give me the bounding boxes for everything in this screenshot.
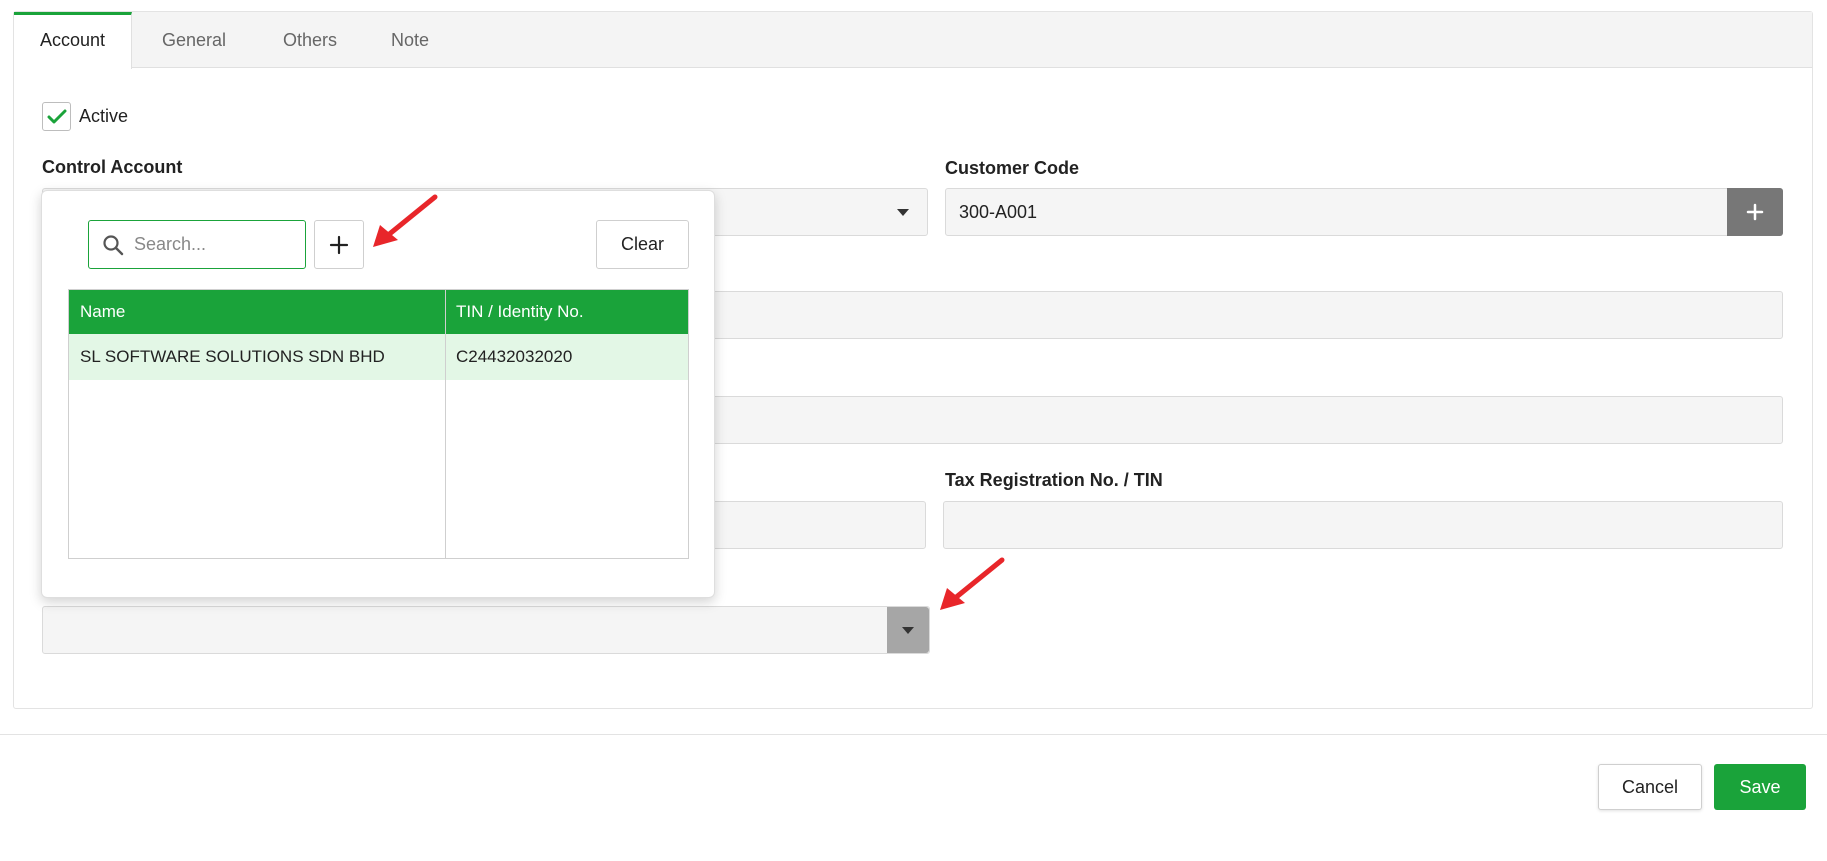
row-tin-cell: C24432032020 (456, 347, 573, 366)
footer-divider (0, 734, 1827, 735)
popup-clear-button[interactable]: Clear (596, 220, 689, 269)
tab-general[interactable]: General (144, 12, 244, 68)
lookup-select[interactable] (42, 606, 930, 654)
chevron-down-icon (902, 626, 914, 634)
column-header-tin[interactable]: TIN / Identity No. (456, 290, 584, 334)
column-divider (445, 290, 446, 558)
customer-code-add-button[interactable] (1727, 188, 1783, 236)
table-header: Name TIN / Identity No. (69, 290, 688, 334)
tab-note[interactable]: Note (370, 12, 450, 68)
tab-others[interactable]: Others (262, 12, 358, 68)
search-placeholder: Search... (134, 234, 207, 254)
customer-code-input[interactable]: 300-A001 (945, 188, 1728, 236)
column-header-name[interactable]: Name (80, 290, 125, 334)
tab-account[interactable]: Account (14, 12, 132, 69)
plus-icon (329, 235, 349, 254)
customer-code-label: Customer Code (945, 158, 1080, 178)
annotation-arrow-icon (940, 557, 1005, 610)
plus-icon (1746, 203, 1764, 221)
active-label: Active (79, 106, 129, 126)
customer-code-value: 300-A001 (959, 202, 1038, 222)
tax-registration-label: Tax Registration No. / TIN (945, 470, 1163, 490)
search-icon (103, 235, 124, 256)
save-button[interactable]: Save (1714, 764, 1806, 810)
lookup-table: Name TIN / Identity No. SL SOFTWARE SOLU… (68, 289, 689, 559)
check-icon (47, 109, 66, 123)
lookup-dropdown-button[interactable] (887, 607, 929, 653)
popup-add-button[interactable] (314, 220, 364, 269)
chevron-down-icon (897, 209, 909, 216)
cancel-button[interactable]: Cancel (1598, 764, 1702, 810)
table-row[interactable]: SL SOFTWARE SOLUTIONS SDN BHD C244320320… (69, 334, 688, 380)
annotation-arrow-icon (373, 194, 438, 247)
lookup-popup: Search... Clear Name TIN / Identity No. … (41, 190, 715, 598)
tab-bar: Account General Others Note (14, 12, 1812, 69)
active-checkbox[interactable] (42, 102, 71, 131)
tax-registration-input[interactable] (943, 501, 1783, 549)
control-account-label: Control Account (42, 157, 183, 177)
popup-search-input[interactable]: Search... (88, 220, 306, 269)
row-name-cell: SL SOFTWARE SOLUTIONS SDN BHD (80, 347, 385, 366)
